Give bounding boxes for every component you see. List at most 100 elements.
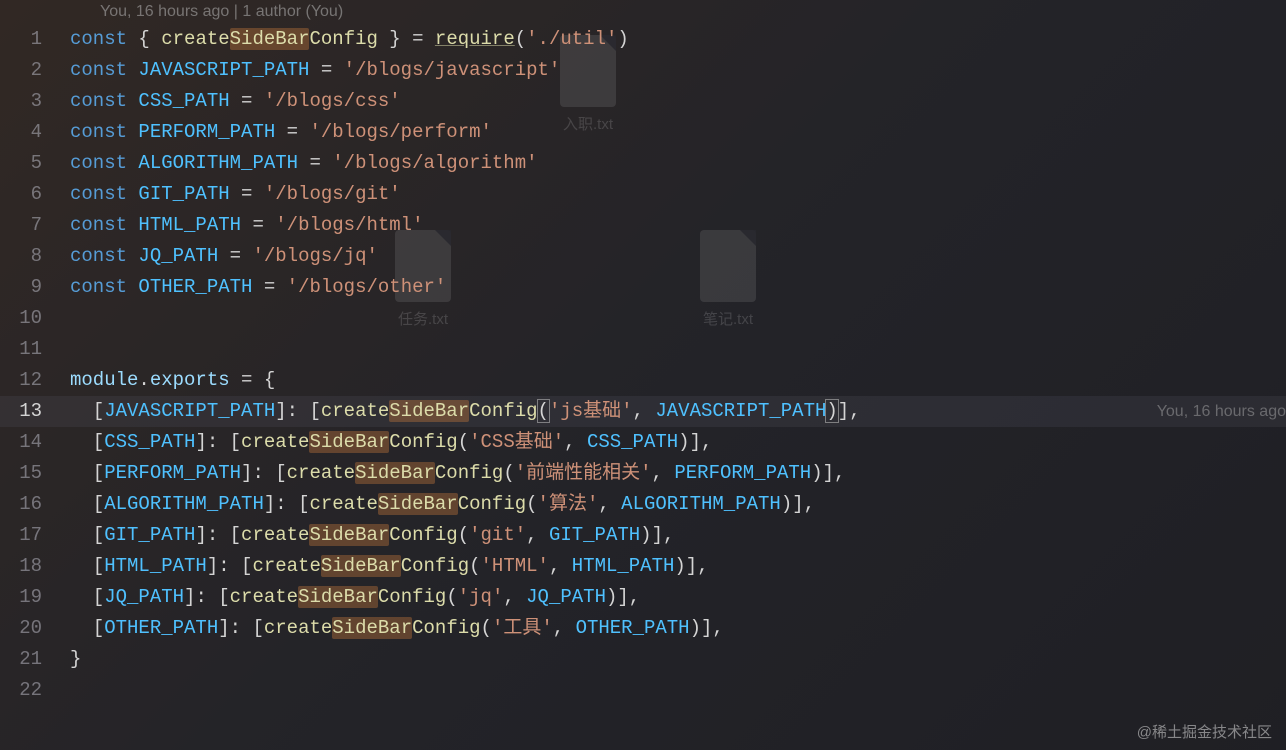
token: ]: [: [275, 400, 321, 422]
token: )],: [606, 586, 640, 608]
code-line[interactable]: 7const HTML_PATH = '/blogs/html': [0, 210, 1286, 241]
code-line[interactable]: 3const CSS_PATH = '/blogs/css': [0, 86, 1286, 117]
code-line[interactable]: 10: [0, 303, 1286, 334]
token: ],: [838, 400, 861, 422]
token: require: [435, 28, 515, 50]
code-line[interactable]: 19 [JQ_PATH]: [createSideBarConfig('jq',…: [0, 582, 1286, 613]
token: =: [230, 183, 264, 205]
code-line[interactable]: 16 [ALGORITHM_PATH]: [createSideBarConfi…: [0, 489, 1286, 520]
line-number: 8: [0, 241, 70, 272]
token: =: [218, 245, 252, 267]
token: '/blogs/jq': [252, 245, 377, 267]
code-content[interactable]: const JQ_PATH = '/blogs/jq': [70, 241, 1286, 272]
token: ): [825, 399, 838, 423]
code-content[interactable]: const JAVASCRIPT_PATH = '/blogs/javascri…: [70, 55, 1286, 86]
token: Config: [435, 462, 503, 484]
token: HTML_PATH: [572, 555, 675, 577]
token: create: [161, 28, 229, 50]
token: create: [241, 524, 309, 546]
token: create: [241, 431, 309, 453]
code-content[interactable]: const CSS_PATH = '/blogs/css': [70, 86, 1286, 117]
token: (: [458, 524, 469, 546]
token: '/blogs/javascript': [344, 59, 561, 81]
token: ,: [652, 462, 675, 484]
token: [127, 152, 138, 174]
code-content[interactable]: const PERFORM_PATH = '/blogs/perform': [70, 117, 1286, 148]
code-content[interactable]: [JQ_PATH]: [createSideBarConfig('jq', JQ…: [70, 582, 1286, 613]
line-number: 3: [0, 86, 70, 117]
token: [: [70, 524, 104, 546]
code-content[interactable]: module.exports = {: [70, 365, 1286, 396]
token: ,: [633, 400, 656, 422]
token: ,: [503, 586, 526, 608]
code-line[interactable]: 6const GIT_PATH = '/blogs/git': [0, 179, 1286, 210]
token: ALGORITHM_PATH: [621, 493, 781, 515]
token: SideBar: [389, 400, 469, 422]
token: [127, 90, 138, 112]
token: JAVASCRIPT_PATH: [138, 59, 309, 81]
token: const: [70, 245, 127, 267]
code-line[interactable]: 1const { createSideBarConfig } = require…: [0, 24, 1286, 55]
token: Config: [389, 431, 457, 453]
token: GIT_PATH: [138, 183, 229, 205]
token: [127, 183, 138, 205]
token: (: [503, 462, 514, 484]
code-line[interactable]: 13 [JAVASCRIPT_PATH]: [createSideBarConf…: [0, 396, 1286, 427]
token: } =: [378, 28, 435, 50]
token: )],: [678, 431, 712, 453]
token: const: [70, 183, 127, 205]
token: [127, 276, 138, 298]
code-line[interactable]: 8const JQ_PATH = '/blogs/jq': [0, 241, 1286, 272]
token: [127, 245, 138, 267]
token: create: [230, 586, 298, 608]
token: = {: [230, 369, 276, 391]
token: =: [230, 90, 264, 112]
code-line[interactable]: 20 [OTHER_PATH]: [createSideBarConfig('工…: [0, 613, 1286, 644]
token: OTHER_PATH: [104, 617, 218, 639]
code-content[interactable]: const { createSideBarConfig } = require(…: [70, 24, 1286, 55]
token: CSS_PATH: [138, 90, 229, 112]
code-line[interactable]: 4const PERFORM_PATH = '/blogs/perform': [0, 117, 1286, 148]
code-content[interactable]: [HTML_PATH]: [createSideBarConfig('HTML'…: [70, 551, 1286, 582]
code-content[interactable]: const OTHER_PATH = '/blogs/other': [70, 272, 1286, 303]
token: OTHER_PATH: [138, 276, 252, 298]
code-line[interactable]: 2const JAVASCRIPT_PATH = '/blogs/javascr…: [0, 55, 1286, 86]
code-content[interactable]: [PERFORM_PATH]: [createSideBarConfig('前端…: [70, 458, 1286, 489]
code-editor[interactable]: You, 16 hours ago | 1 author (You) 1cons…: [0, 0, 1286, 750]
line-number: 12: [0, 365, 70, 396]
line-number: 9: [0, 272, 70, 303]
line-number: 7: [0, 210, 70, 241]
gitlens-inline-blame: You, 16 hours ago: [1157, 396, 1286, 427]
code-line[interactable]: 5const ALGORITHM_PATH = '/blogs/algorith…: [0, 148, 1286, 179]
code-line[interactable]: 17 [GIT_PATH]: [createSideBarConfig('git…: [0, 520, 1286, 551]
code-content[interactable]: }: [70, 644, 1286, 675]
token: const: [70, 276, 127, 298]
token: (: [481, 617, 492, 639]
token: SideBar: [309, 524, 389, 546]
token: [: [70, 400, 104, 422]
code-line[interactable]: 14 [CSS_PATH]: [createSideBarConfig('CSS…: [0, 427, 1286, 458]
token: 'CSS基础': [469, 431, 564, 453]
code-line[interactable]: 12module.exports = {: [0, 365, 1286, 396]
code-line[interactable]: 18 [HTML_PATH]: [createSideBarConfig('HT…: [0, 551, 1286, 582]
token: 'HTML': [481, 555, 549, 577]
code-line[interactable]: 22: [0, 675, 1286, 706]
code-content[interactable]: [GIT_PATH]: [createSideBarConfig('git', …: [70, 520, 1286, 551]
code-content[interactable]: const ALGORITHM_PATH = '/blogs/algorithm…: [70, 148, 1286, 179]
code-content[interactable]: [OTHER_PATH]: [createSideBarConfig('工具',…: [70, 613, 1286, 644]
code-content[interactable]: [ALGORITHM_PATH]: [createSideBarConfig('…: [70, 489, 1286, 520]
token: =: [252, 276, 286, 298]
code-line[interactable]: 21}: [0, 644, 1286, 675]
code-line[interactable]: 9const OTHER_PATH = '/blogs/other': [0, 272, 1286, 303]
line-number: 1: [0, 24, 70, 55]
code-line[interactable]: 11: [0, 334, 1286, 365]
token: )],: [674, 555, 708, 577]
code-content[interactable]: [CSS_PATH]: [createSideBarConfig('CSS基础'…: [70, 427, 1286, 458]
code-content[interactable]: const GIT_PATH = '/blogs/git': [70, 179, 1286, 210]
token: ]: [: [195, 431, 241, 453]
code-content[interactable]: [JAVASCRIPT_PATH]: [createSideBarConfig(…: [70, 396, 1286, 427]
code-line[interactable]: 15 [PERFORM_PATH]: [createSideBarConfig(…: [0, 458, 1286, 489]
line-number: 13: [0, 396, 70, 427]
code-content[interactable]: const HTML_PATH = '/blogs/html': [70, 210, 1286, 241]
token: [: [70, 617, 104, 639]
